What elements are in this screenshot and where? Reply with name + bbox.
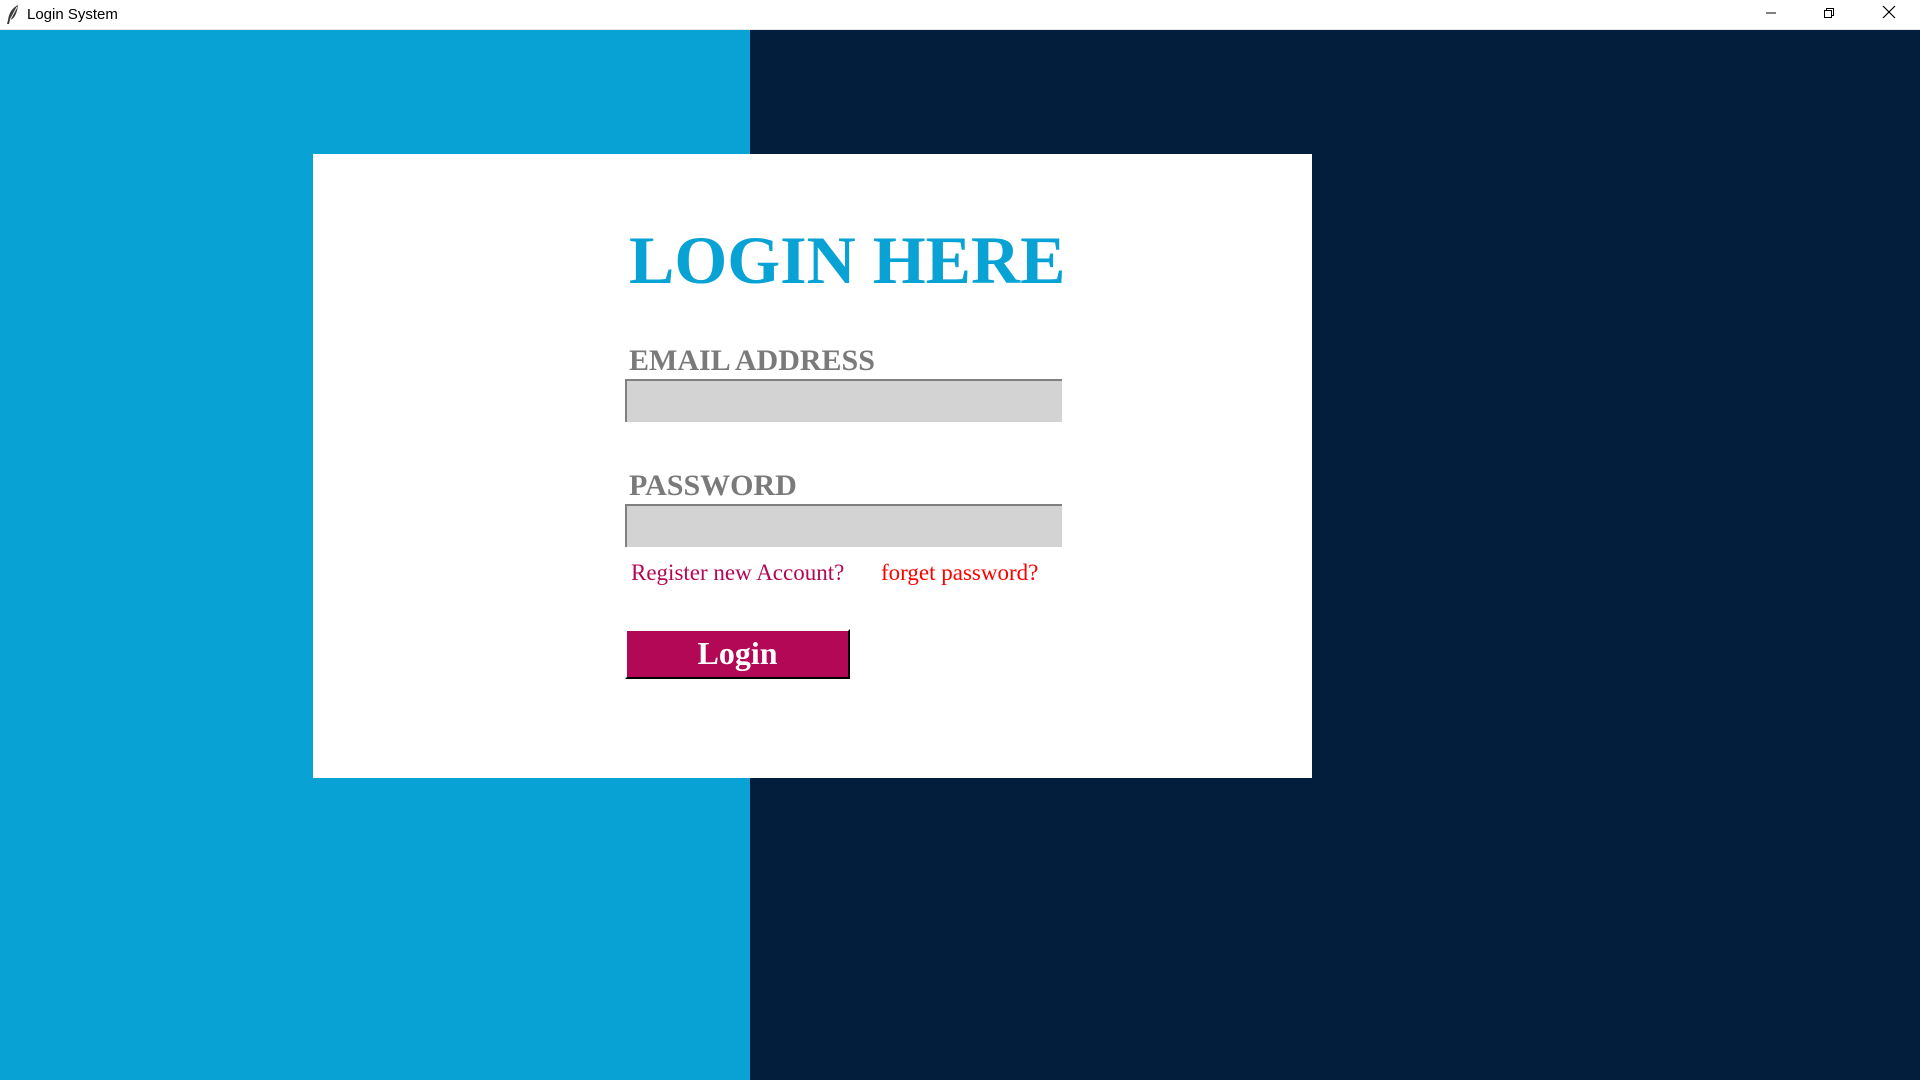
email-field[interactable] (625, 379, 1062, 422)
minimize-button[interactable] (1742, 0, 1800, 29)
feather-icon (5, 4, 21, 25)
email-label: EMAIL ADDRESS (629, 344, 875, 377)
close-icon (1882, 5, 1896, 24)
login-window: Login System LOGIN HERE EMAIL ADDRESS PA… (0, 0, 1920, 1080)
password-field[interactable] (625, 504, 1062, 547)
password-label: PASSWORD (629, 469, 797, 502)
login-card: LOGIN HERE EMAIL ADDRESS PASSWORD Regist… (313, 154, 1312, 778)
register-link[interactable]: Register new Account? (631, 559, 844, 587)
restore-button[interactable] (1800, 0, 1858, 29)
close-button[interactable] (1858, 0, 1920, 29)
forgot-password-link[interactable]: forget password? (881, 559, 1038, 587)
title-bar[interactable]: Login System (0, 0, 1920, 30)
login-button[interactable]: Login (625, 629, 850, 679)
login-heading: LOGIN HERE (629, 222, 1066, 298)
window-title: Login System (27, 6, 118, 23)
restore-icon (1823, 6, 1835, 24)
minimize-icon (1765, 6, 1777, 24)
